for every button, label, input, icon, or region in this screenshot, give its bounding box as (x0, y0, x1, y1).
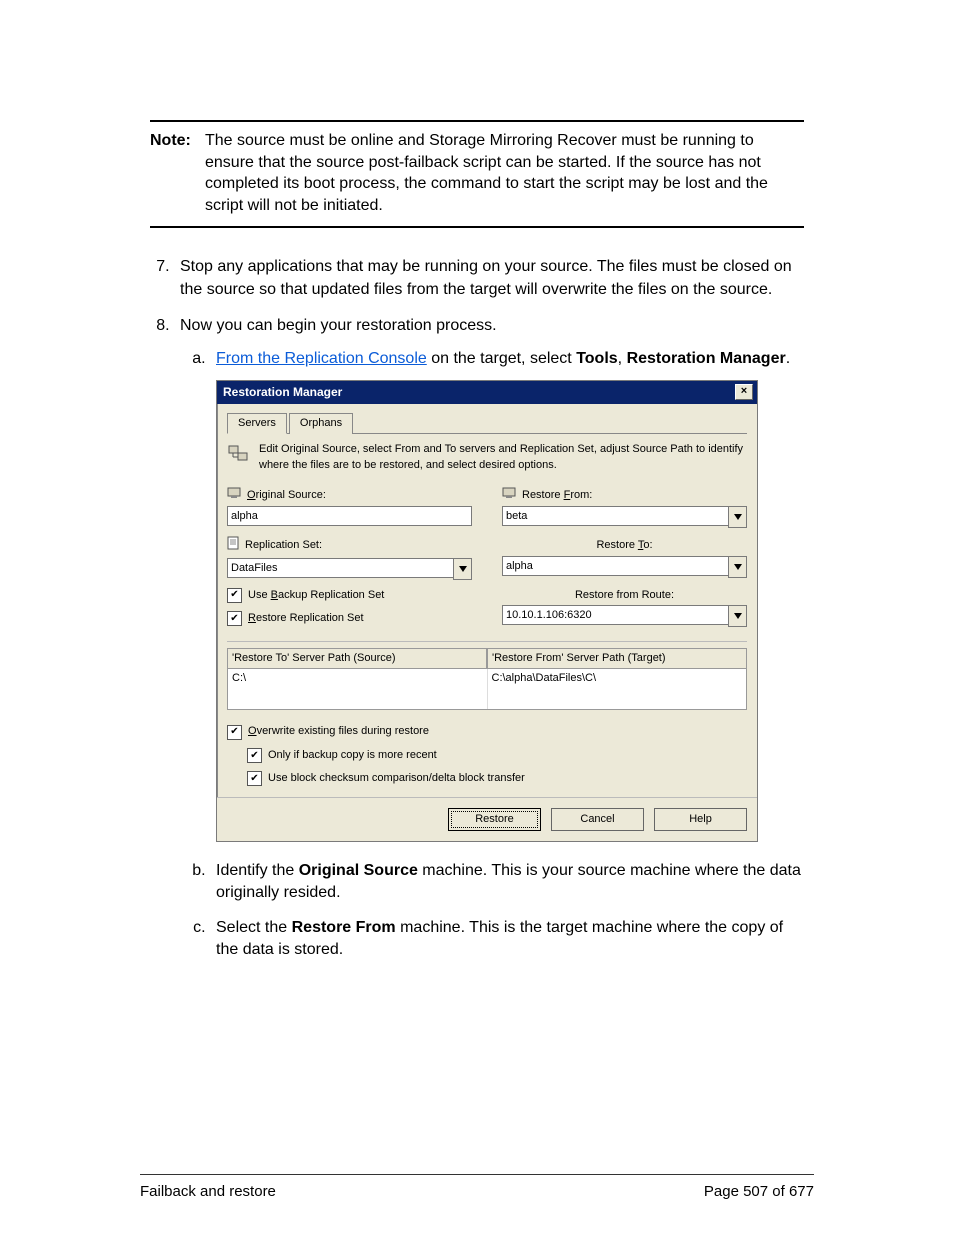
step-8a-mid: on the target, select (427, 350, 576, 367)
servers-icon (227, 442, 251, 466)
dialog-titlebar[interactable]: Restoration Manager × (217, 381, 757, 404)
restore-from-combo[interactable] (502, 506, 747, 528)
step-8b-bold: Original Source (299, 862, 418, 879)
note-block: Note: The source must be online and Stor… (150, 122, 804, 226)
step-8a-tools: Tools (576, 350, 617, 367)
main-ordered-list: Stop any applications that may be runnin… (150, 256, 804, 961)
restore-route-input[interactable] (502, 605, 728, 625)
chevron-down-icon[interactable] (728, 506, 747, 528)
note-label: Note: (150, 130, 205, 216)
step-7: Stop any applications that may be runnin… (174, 256, 804, 301)
tab-servers[interactable]: Servers (227, 413, 287, 434)
path-headers: 'Restore To' Server Path (Source) 'Resto… (227, 648, 747, 669)
checksum-label: Use block checksum comparison/delta bloc… (268, 771, 525, 786)
restore-to-combo[interactable] (502, 556, 747, 578)
chevron-down-icon[interactable] (453, 558, 472, 580)
path-tgt-header: 'Restore From' Server Path (Target) (487, 648, 747, 669)
path-body[interactable]: C:\ C:\alpha\DataFiles\C\ (227, 669, 747, 710)
note-bottom-rule (150, 226, 804, 228)
only-recent-label: Only if backup copy is more recent (268, 748, 437, 763)
page-footer: Failback and restore Page 507 of 677 (140, 1174, 814, 1200)
checkbox-icon[interactable]: ✔ (247, 771, 262, 786)
path-src-value: C:\ (228, 669, 488, 709)
step-8a-restmgr: Restoration Manager (627, 350, 786, 367)
restore-from-input[interactable] (502, 506, 728, 526)
sub-list: From the Replication Console on the targ… (180, 348, 804, 962)
help-button[interactable]: Help (654, 808, 747, 831)
document-icon (227, 536, 239, 555)
path-tgt-value: C:\alpha\DataFiles\C\ (488, 669, 747, 709)
step-8b-pre: Identify the (216, 862, 299, 879)
use-backup-label: Use Backup Replication Set (248, 588, 384, 603)
original-source-label: Original Source: (227, 487, 472, 504)
note-text: The source must be online and Storage Mi… (205, 130, 804, 216)
step-8a-end: . (786, 350, 790, 367)
checksum-checkbox-row[interactable]: ✔ Use block checksum comparison/delta bl… (247, 771, 747, 786)
checkbox-icon[interactable]: ✔ (247, 748, 262, 763)
computer-icon (227, 487, 241, 504)
restore-route-combo[interactable] (502, 605, 747, 627)
step-8: Now you can begin your restoration proce… (174, 315, 804, 961)
footer-left: Failback and restore (140, 1183, 276, 1200)
dialog-button-row: Restore Cancel Help (217, 797, 757, 841)
footer-right: Page 507 of 677 (704, 1183, 814, 1200)
restore-to-input[interactable] (502, 556, 728, 576)
only-recent-checkbox-row[interactable]: ✔ Only if backup copy is more recent (247, 748, 747, 763)
checkbox-icon[interactable]: ✔ (227, 611, 242, 626)
overwrite-checkbox-row[interactable]: ✔ Overwrite existing files during restor… (227, 724, 747, 739)
overwrite-label: Overwrite existing files during restore (248, 724, 429, 739)
cancel-button[interactable]: Cancel (551, 808, 644, 831)
restore-to-label: Restore To: (502, 538, 747, 553)
replication-set-combo[interactable] (227, 558, 472, 580)
tab-orphans[interactable]: Orphans (289, 413, 353, 434)
chevron-down-icon[interactable] (728, 556, 747, 578)
step-8a: From the Replication Console on the targ… (210, 348, 804, 842)
restoration-manager-dialog: Restoration Manager × Servers Orphans (216, 380, 758, 842)
chevron-down-icon[interactable] (728, 605, 747, 627)
step-7-text: Stop any applications that may be runnin… (180, 258, 792, 297)
restore-button[interactable]: Restore (448, 808, 541, 831)
restore-route-label: Restore from Route: (502, 588, 747, 603)
restore-repl-label: Restore Replication Set (248, 611, 364, 626)
checkbox-icon[interactable]: ✔ (227, 588, 242, 603)
step-8b: Identify the Original Source machine. Th… (210, 860, 804, 905)
path-src-header: 'Restore To' Server Path (Source) (227, 648, 487, 669)
original-source-input[interactable] (227, 506, 472, 526)
restore-repl-checkbox-row[interactable]: ✔ Restore Replication Set (227, 611, 472, 626)
replication-console-link[interactable]: From the Replication Console (216, 350, 427, 367)
intro-text: Edit Original Source, select From and To… (259, 442, 747, 473)
replication-set-label: Replication Set: (227, 536, 472, 555)
step-8c-pre: Select the (216, 919, 292, 936)
use-backup-checkbox-row[interactable]: ✔ Use Backup Replication Set (227, 588, 472, 603)
replication-set-input[interactable] (227, 558, 453, 578)
close-icon[interactable]: × (735, 384, 753, 400)
step-8c-bold: Restore From (292, 919, 396, 936)
step-8c: Select the Restore From machine. This is… (210, 917, 804, 962)
step-8a-sep: , (618, 350, 627, 367)
tab-strip: Servers Orphans (227, 412, 747, 434)
checkbox-icon[interactable]: ✔ (227, 725, 242, 740)
step-8-text: Now you can begin your restoration proce… (180, 317, 497, 334)
dialog-title: Restoration Manager (223, 384, 342, 401)
computer-icon (502, 487, 516, 504)
restore-from-label: Restore From: (502, 487, 747, 504)
intro-row: Edit Original Source, select From and To… (227, 442, 747, 473)
